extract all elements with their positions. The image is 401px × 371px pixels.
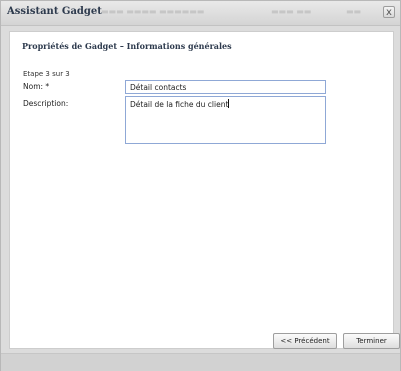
close-icon[interactable]: x [383,6,395,18]
previous-button[interactable]: << Précédent [273,333,337,349]
dialog-window: Assistant Gadget ▬▬▬ ▬▬▬▬ ▬▬▬▬▬▬ ▬▬▬ ▬▬ … [0,0,401,371]
description-field[interactable]: Détail de la fiche du client [125,96,326,144]
name-field[interactable]: Détail contacts [125,80,326,94]
background-ghost-text: ▬▬▬ ▬▬▬▬ ▬▬▬▬▬▬ [101,7,205,16]
background-ghost-text: ▬▬ [346,7,362,16]
description-field-value: Détail de la fiche du client [130,100,229,109]
wizard-panel: Propriétés de Gadget – Informations géné… [9,31,400,349]
description-label: Description: [23,99,69,108]
title-bar[interactable]: Assistant Gadget ▬▬▬ ▬▬▬▬ ▬▬▬▬▬▬ ▬▬▬ ▬▬ … [1,1,400,26]
name-field-value: Détail contacts [130,83,187,92]
step-indicator: Etape 3 sur 3 [23,70,70,78]
text-caret [228,99,230,108]
name-label: Nom: * [23,82,50,91]
dialog-footer [1,353,400,371]
section-title: Propriétés de Gadget – Informations géné… [22,41,232,51]
background-ghost-text: ▬▬▬ ▬▬ [271,7,312,16]
finish-button[interactable]: Terminer [343,333,400,349]
window-title: Assistant Gadget [7,6,102,17]
